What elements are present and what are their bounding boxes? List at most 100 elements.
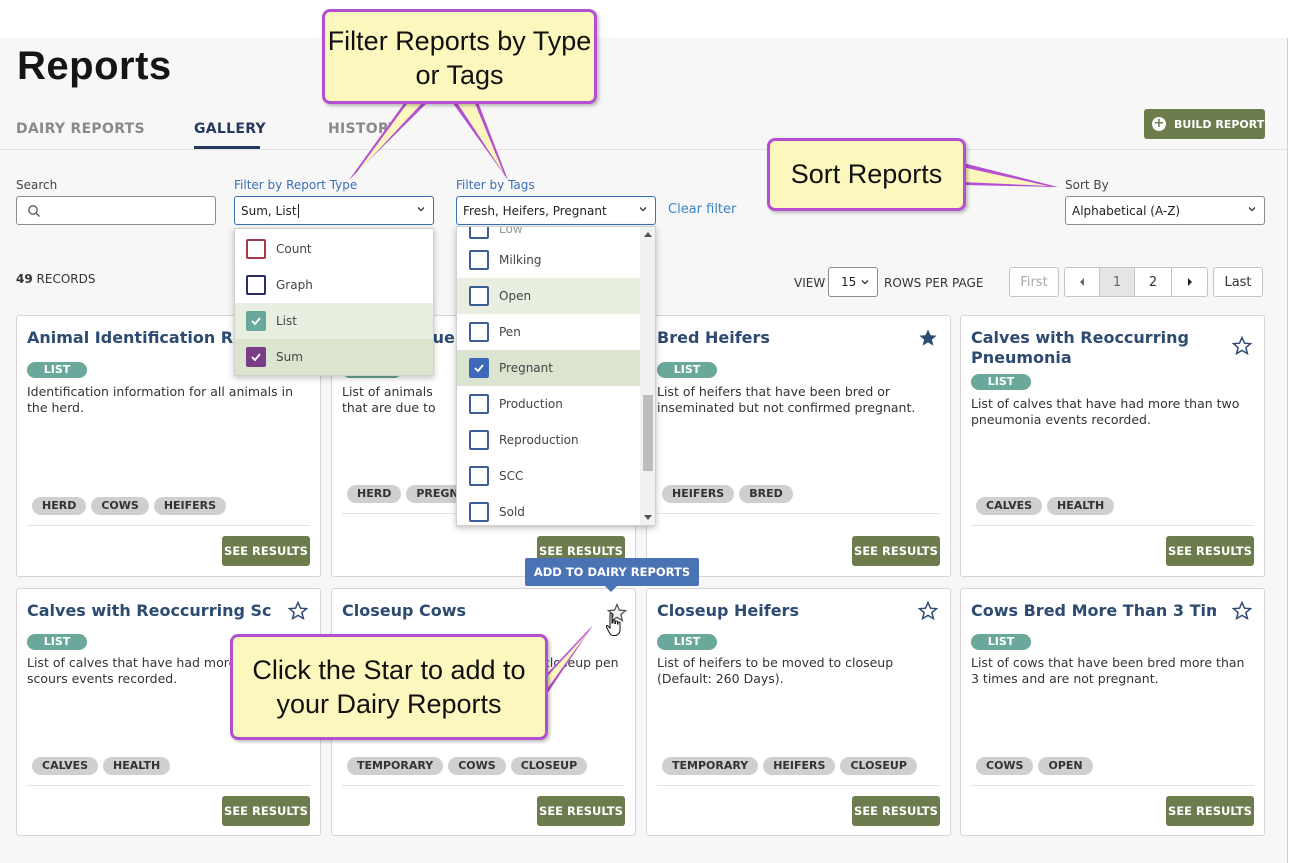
chevron-down-icon <box>639 207 647 212</box>
card-title[interactable]: Calves with Reoccurring Pneumonia <box>971 328 1191 368</box>
tag-chip: HERD <box>32 497 87 515</box>
tab-gallery[interactable]: GALLERY <box>194 121 266 137</box>
see-results-button[interactable]: SEE RESULTS <box>222 796 310 826</box>
option-label: Pen <box>499 325 521 339</box>
see-results-button[interactable]: SEE RESULTS <box>852 536 940 566</box>
scroll-down-arrow-icon[interactable] <box>644 515 652 521</box>
page-title: Reports <box>17 44 172 88</box>
checkbox-checked[interactable] <box>246 311 266 331</box>
clear-filter-link[interactable]: Clear filter <box>668 202 736 217</box>
card-tags: COWS OPEN <box>976 757 1093 775</box>
see-results-button[interactable]: SEE RESULTS <box>1166 796 1254 826</box>
build-report-button[interactable]: + BUILD REPORT <box>1144 109 1265 139</box>
dropdown-option-graph[interactable]: Graph <box>235 267 433 303</box>
card-title[interactable]: Closeup Heifers <box>657 601 902 621</box>
dropdown-option-pregnant[interactable]: Pregnant <box>457 350 640 386</box>
records-number: 49 <box>16 272 33 286</box>
checkmark-icon <box>251 353 261 362</box>
tag-chip: HEIFERS <box>153 497 227 515</box>
filter-callout: Filter Reports by Type or Tags <box>322 9 597 104</box>
tags-filter-label: Filter by Tags <box>456 178 535 192</box>
star-callout: Click the Star to add to your Dairy Repo… <box>230 634 548 740</box>
checkbox[interactable] <box>469 250 489 270</box>
page-2-button[interactable]: 2 <box>1134 267 1172 297</box>
report-type-filter-select[interactable]: Sum, List <box>234 196 434 225</box>
dropdown-option-pen[interactable]: Pen <box>457 314 640 350</box>
checkbox[interactable] <box>469 322 489 342</box>
star-outline-icon[interactable] <box>1232 336 1252 356</box>
card-description: List of heifers to be moved to closeup (… <box>657 655 894 686</box>
checkbox[interactable] <box>469 430 489 450</box>
rows-per-page-label: ROWS PER PAGE <box>884 276 984 290</box>
tab-dairy-reports[interactable]: DAIRY REPORTS <box>16 121 145 137</box>
records-count: 49 RECORDS <box>16 272 95 286</box>
option-label: Reproduction <box>499 433 579 447</box>
report-type-pill: LIST <box>971 374 1031 390</box>
checkbox[interactable] <box>469 227 489 239</box>
scrollbar-thumb[interactable] <box>643 395 653 471</box>
checkbox[interactable] <box>246 275 266 295</box>
scrollbar-edge <box>1287 38 1288 863</box>
see-results-button[interactable]: SEE RESULTS <box>852 796 940 826</box>
see-results-button[interactable]: SEE RESULTS <box>222 536 310 566</box>
dropdown-option-reproduction[interactable]: Reproduction <box>457 422 640 458</box>
card-title[interactable]: Cows Bred More Than 3 Times <box>971 601 1216 621</box>
option-label: Pregnant <box>499 361 553 375</box>
dropdown-scrollbar[interactable] <box>640 227 655 525</box>
option-label: Open <box>499 289 532 303</box>
next-page-button[interactable] <box>1171 267 1208 297</box>
checkbox[interactable] <box>469 466 489 486</box>
star-outline-icon[interactable] <box>1232 601 1252 621</box>
rows-per-page-select[interactable]: 15 <box>828 267 878 297</box>
sort-by-select[interactable]: Alphabetical (A-Z) <box>1065 196 1265 225</box>
checkbox-checked[interactable] <box>469 358 489 378</box>
star-outline-icon[interactable] <box>918 601 938 621</box>
dropdown-option-scc[interactable]: SCC <box>457 458 640 494</box>
report-type-filter-value: Sum, List <box>241 203 297 218</box>
card-title[interactable]: Calves with Reoccurring Scours <box>27 601 272 621</box>
checkbox[interactable] <box>469 286 489 306</box>
dropdown-option-list[interactable]: List <box>235 303 433 339</box>
dropdown-option-milking[interactable]: Milking <box>457 242 640 278</box>
card-title[interactable]: Bred Heifers <box>657 328 902 348</box>
checkbox-checked[interactable] <box>246 347 266 367</box>
tags-filter-select[interactable]: Fresh, Heifers, Pregnant <box>456 196 656 225</box>
dropdown-option-production[interactable]: Production <box>457 386 640 422</box>
view-label: VIEW <box>794 276 826 290</box>
option-label: SCC <box>499 469 524 483</box>
search-icon <box>28 204 40 217</box>
last-page-button[interactable]: Last <box>1213 267 1263 297</box>
checkbox[interactable] <box>469 394 489 414</box>
sort-by-value: Alphabetical (A-Z) <box>1072 203 1181 218</box>
card-tags: HERD COWS HEIFERS <box>32 497 227 515</box>
dropdown-option-sold[interactable]: Sold <box>457 494 640 525</box>
see-results-button[interactable]: SEE RESULTS <box>1166 536 1254 566</box>
card-divider <box>657 513 940 514</box>
sort-callout: Sort Reports <box>767 138 966 211</box>
option-label: Sold <box>499 505 525 519</box>
option-label: Count <box>276 242 312 256</box>
prev-page-button[interactable] <box>1064 267 1100 297</box>
dropdown-option-count[interactable]: Count <box>235 231 433 267</box>
report-type-filter-label: Filter by Report Type <box>234 178 358 192</box>
chevron-down-icon <box>861 280 869 285</box>
dropdown-option-sum[interactable]: Sum <box>235 339 433 375</box>
option-label: Sum <box>276 350 303 364</box>
dropdown-option-open[interactable]: Open <box>457 278 640 314</box>
star-filled-icon[interactable] <box>918 328 938 348</box>
star-outline-icon[interactable] <box>288 601 308 621</box>
checkbox[interactable] <box>246 239 266 259</box>
scroll-up-arrow-icon[interactable] <box>644 231 652 237</box>
page-1-button[interactable]: 1 <box>1099 267 1135 297</box>
report-card: Closeup Heifers LIST List of heifers to … <box>646 588 951 836</box>
tab-history[interactable]: HISTORY <box>328 121 399 137</box>
hand-pointer-icon <box>605 612 621 636</box>
rows-per-page-value: 15 <box>841 275 857 289</box>
card-title[interactable]: Closeup Cows <box>342 601 587 621</box>
checkbox[interactable] <box>469 502 489 522</box>
caret-left-icon <box>1080 278 1084 286</box>
search-input[interactable] <box>16 196 216 225</box>
tag-chip: BRED <box>739 485 793 503</box>
see-results-button[interactable]: SEE RESULTS <box>537 796 625 826</box>
first-page-button[interactable]: First <box>1009 267 1059 297</box>
